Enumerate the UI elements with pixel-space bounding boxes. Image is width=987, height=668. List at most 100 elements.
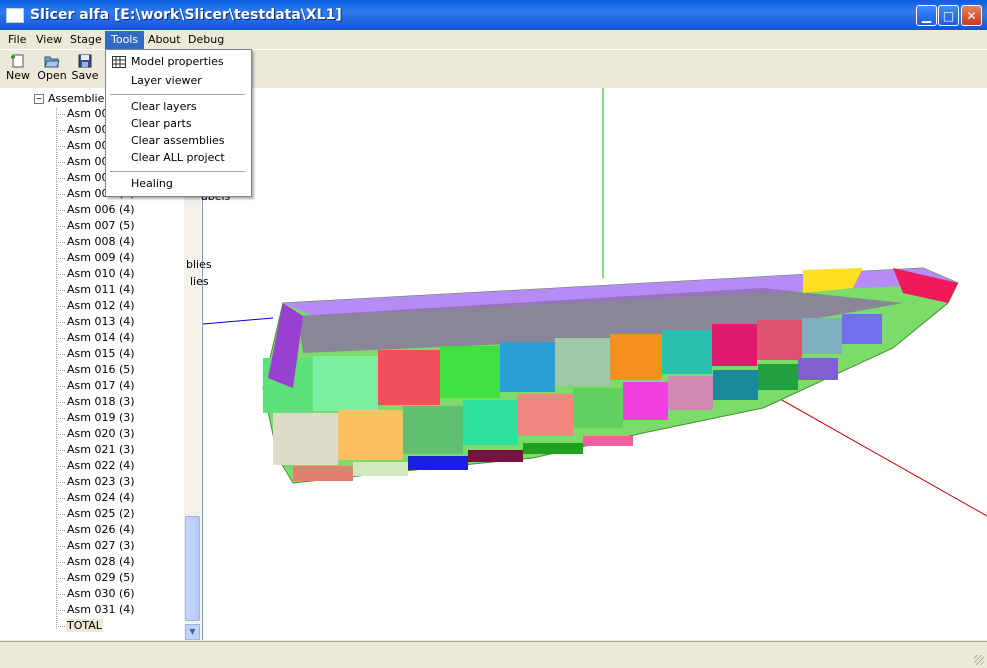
z-axis-line xyxy=(203,317,274,325)
tree-item[interactable]: Asm 019 (3) xyxy=(56,410,136,426)
tree-connector xyxy=(56,385,65,387)
tree-item[interactable]: Asm 016 (5) xyxy=(56,362,136,378)
tree-item[interactable]: Asm 017 (4) xyxy=(56,378,136,394)
tree-item-label: Asm 020 (3) xyxy=(67,427,135,440)
tree-connector xyxy=(56,257,65,259)
menu-item-clear-layers[interactable]: Clear layers xyxy=(131,99,197,115)
menu-item-clear-all-project[interactable]: Clear ALL project xyxy=(131,150,225,166)
tree-item[interactable]: Asm 010 (4) xyxy=(56,266,136,282)
tree-item[interactable]: Asm 020 (3) xyxy=(56,426,136,442)
tree-item[interactable]: Asm 007 (5) xyxy=(56,218,136,234)
tree-connector xyxy=(56,545,65,547)
new-button[interactable]: New xyxy=(2,52,34,88)
tree-item[interactable]: Asm 027 (3) xyxy=(56,538,136,554)
tree-item-label: Asm 027 (3) xyxy=(67,539,135,552)
tree-item[interactable]: Asm 026 (4) xyxy=(56,522,136,538)
open-label: Open xyxy=(37,69,67,82)
tree-item-label: Asm 021 (3) xyxy=(67,443,135,456)
tree-item[interactable]: Asm 011 (4) xyxy=(56,282,136,298)
tree-connector xyxy=(56,145,65,147)
close-button[interactable]: ✕ xyxy=(961,5,982,26)
tree-connector xyxy=(56,225,65,227)
menu-tools[interactable]: Tools xyxy=(105,31,145,49)
menu-view[interactable]: View xyxy=(30,31,68,49)
maximize-button[interactable]: □ xyxy=(938,5,959,26)
tree-connector xyxy=(56,577,65,579)
tree-item[interactable]: Asm 025 (2) xyxy=(56,506,136,522)
tree-item[interactable]: Asm 008 (4) xyxy=(56,234,136,250)
app-icon xyxy=(6,8,24,23)
tree-item-label: Asm 010 (4) xyxy=(67,267,135,280)
tree-item-label: Asm 031 (4) xyxy=(67,603,135,616)
tree-item-label: Asm 008 (4) xyxy=(67,235,135,248)
tree-item-label: Asm 029 (5) xyxy=(67,571,135,584)
resize-grip-icon[interactable] xyxy=(974,655,984,665)
tree-item[interactable]: Asm 021 (3) xyxy=(56,442,136,458)
scrollbar-thumb[interactable] xyxy=(185,516,200,621)
3d-viewport[interactable] xyxy=(203,88,987,640)
hull-3d-view[interactable] xyxy=(203,88,987,640)
tree-item-label: Asm 028 (4) xyxy=(67,555,135,568)
maximize-icon: □ xyxy=(942,9,955,23)
menu-item-clear-parts[interactable]: Clear parts xyxy=(131,116,192,132)
tree-item-label: Asm 013 (4) xyxy=(67,315,135,328)
tree-item-label: TOTAL xyxy=(66,619,103,632)
tree-connector xyxy=(56,209,65,211)
menu-file[interactable]: File xyxy=(2,31,32,49)
menu-item-model-properties[interactable]: Model properties xyxy=(131,54,224,70)
tree-item[interactable]: Asm 028 (4) xyxy=(56,554,136,570)
tree-item-label: Asm 011 (4) xyxy=(67,283,135,296)
tree-item[interactable]: TOTAL xyxy=(56,618,103,634)
minimize-button[interactable]: ▁ xyxy=(916,5,937,26)
tree-item[interactable]: Asm 009 (4) xyxy=(56,250,136,266)
tree-connector xyxy=(56,513,65,515)
menu-about[interactable]: About xyxy=(142,31,187,49)
tree-item[interactable]: Asm 014 (4) xyxy=(56,330,136,346)
tree-item[interactable]: Asm 018 (3) xyxy=(56,394,136,410)
tree-connector xyxy=(56,609,65,611)
tree-root-assemblies[interactable]: − Assemblies xyxy=(34,92,110,105)
collapse-icon[interactable]: − xyxy=(34,94,44,104)
tree-item-label: Asm 006 (4) xyxy=(67,203,135,216)
grid-icon xyxy=(112,56,126,68)
tree-item-label: Asm 025 (2) xyxy=(67,507,135,520)
window-title: Slicer alfa [E:\work\Slicer\testdata\XL1… xyxy=(30,7,342,23)
close-icon: ✕ xyxy=(966,9,977,23)
open-button[interactable]: Open xyxy=(36,52,68,88)
tree-item-label: Asm 016 (5) xyxy=(67,363,135,376)
tree-root-label: Assemblies xyxy=(48,92,111,105)
minimize-icon: ▁ xyxy=(921,9,932,23)
menu-stage[interactable]: Stage xyxy=(64,31,108,49)
title-bar[interactable]: Slicer alfa [E:\work\Slicer\testdata\XL1… xyxy=(0,0,987,30)
app-window: Slicer alfa [E:\work\Slicer\testdata\XL1… xyxy=(0,0,987,668)
menu-item-clear-assemblies[interactable]: Clear assemblies xyxy=(131,133,225,149)
tree-item[interactable]: Asm 031 (4) xyxy=(56,602,136,618)
tree-item-label: Asm 030 (6) xyxy=(67,587,135,600)
scroll-down-icon[interactable]: ▼ xyxy=(185,624,200,640)
tree-connector xyxy=(56,401,65,403)
tree-connector xyxy=(56,353,65,355)
tree-item[interactable]: Asm 023 (3) xyxy=(56,474,136,490)
tree-connector xyxy=(56,561,65,563)
menu-item-healing[interactable]: Healing xyxy=(131,176,173,192)
tree-connector xyxy=(56,337,65,339)
tree-item[interactable]: Asm 029 (5) xyxy=(56,570,136,586)
hidden-panel-text: blies xyxy=(186,258,212,271)
tree-item[interactable]: Asm 012 (4) xyxy=(56,298,136,314)
tree-connector xyxy=(56,497,65,499)
menu-debug[interactable]: Debug xyxy=(182,31,230,49)
save-button[interactable]: Save xyxy=(69,52,101,88)
tree-item[interactable]: Asm 030 (6) xyxy=(56,586,136,602)
tree-item[interactable]: Asm 006 (4) xyxy=(56,202,136,218)
tree-item-label: Asm 015 (4) xyxy=(67,347,135,360)
tree-connector xyxy=(56,289,65,291)
tree-connector xyxy=(56,369,65,371)
tree-item[interactable]: Asm 015 (4) xyxy=(56,346,136,362)
tree-item[interactable]: Asm 013 (4) xyxy=(56,314,136,330)
new-label: New xyxy=(6,69,30,82)
tree-item[interactable]: Asm 024 (4) xyxy=(56,490,136,506)
tree-connector xyxy=(56,273,65,275)
tree-item[interactable]: Asm 022 (4) xyxy=(56,458,136,474)
menu-separator xyxy=(110,171,245,172)
menu-item-layer-viewer[interactable]: Layer viewer xyxy=(131,73,202,89)
